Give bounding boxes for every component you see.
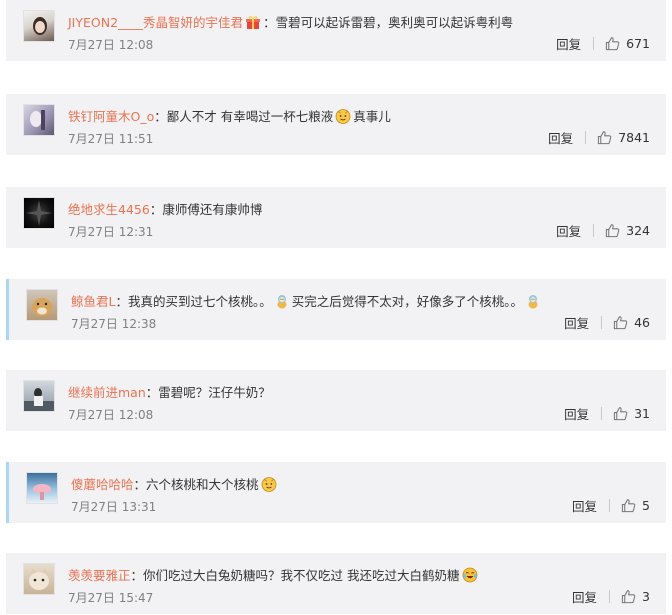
comment-text: 我真的买到过七个核桃。。 xyxy=(127,294,272,309)
comment-text-line: 铁钉阿童木O_o：鄙人不才 有幸喝过一杯七粮液 真事儿 xyxy=(68,108,391,124)
divider xyxy=(609,499,611,512)
comment-text-line: 羡羡要雅正：你们吃过大白兔奶糖吗？我不仅吃过 我还吃过大白鹤奶糖 xyxy=(68,565,480,584)
comment-actions: 回复 7841 xyxy=(548,128,650,147)
doll-emoji-icon xyxy=(274,293,290,309)
divider xyxy=(601,407,603,420)
comment-card: 羡羡要雅正：你们吃过大白兔奶糖吗？我不仅吃过 我还吃过大白鹤奶糖 7月27日 1… xyxy=(6,553,666,614)
comment-actions: 回复 31 xyxy=(564,404,650,423)
divider xyxy=(593,224,595,237)
comment-card: JIYEON2____秀晶智妍的宇佳君 ：雪碧可以起诉雷碧，奥利奥可以起诉粤利粤 … xyxy=(6,0,666,61)
avatar[interactable] xyxy=(23,197,55,229)
reply-button[interactable]: 回复 xyxy=(572,496,597,515)
username-link[interactable]: 傻蘑哈哈哈 xyxy=(71,477,134,492)
comment-actions: 回复 671 xyxy=(556,34,650,53)
divider xyxy=(609,590,611,603)
avatar[interactable] xyxy=(23,563,55,595)
doll-emoji-icon xyxy=(525,293,541,309)
comment-text: 你们吃过大白兔奶糖吗？我不仅吃过 我还吃过大白鹤奶糖 xyxy=(143,568,460,583)
thumbs-up-icon[interactable] xyxy=(613,315,628,330)
thumbs-up-icon[interactable] xyxy=(605,36,620,51)
laugh-cry-emoji-icon xyxy=(462,567,478,583)
reply-button[interactable]: 回复 xyxy=(564,313,589,332)
username-link[interactable]: JIYEON2____秀晶智妍的宇佳君 xyxy=(68,15,243,30)
comment-time: 7月27日 12:38 xyxy=(71,317,157,331)
comment-card: 傻蘑哈哈哈：六个核桃和大个核桃 7月27日 13:31 回复 5 xyxy=(6,462,666,523)
reply-button[interactable]: 回复 xyxy=(572,587,597,606)
like-count[interactable]: 46 xyxy=(634,315,650,330)
username-link[interactable]: 铁钉阿童木O_o xyxy=(68,109,154,124)
reply-button[interactable]: 回复 xyxy=(548,128,573,147)
comment-card: 铁钉阿童木O_o：鄙人不才 有幸喝过一杯七粮液 真事儿 7月27日 11:51 回… xyxy=(6,94,666,155)
comment-time: 7月27日 13:31 xyxy=(71,500,157,514)
avatar[interactable] xyxy=(26,472,58,504)
comment-time: 7月27日 12:31 xyxy=(68,225,154,239)
comment-time: 7月27日 15:47 xyxy=(68,591,154,605)
reply-button[interactable]: 回复 xyxy=(556,34,581,53)
divider xyxy=(585,131,587,144)
username-link[interactable]: 继续前进man xyxy=(68,385,146,400)
comment-time: 7月27日 12:08 xyxy=(68,408,154,422)
comment-text: 鄙人不才 有幸喝过一杯七粮液 xyxy=(166,109,334,124)
comment-text: 康师傅还有康帅博 xyxy=(162,202,263,217)
comment-time: 7月27日 11:51 xyxy=(68,132,154,146)
comment-text-line: 继续前进man：雷碧呢？汪仔牛奶？ xyxy=(68,385,271,400)
like-count[interactable]: 3 xyxy=(642,589,650,604)
gift-emoji-icon xyxy=(245,14,261,30)
comment-text-after: 真事儿 xyxy=(353,109,391,124)
comment-text: 雪碧可以起诉雷碧，奥利奥可以起诉粤利粤 xyxy=(275,15,514,30)
comment-text: 六个核桃和大个核桃 xyxy=(146,477,259,492)
smiley-emoji-icon xyxy=(261,476,277,492)
like-count[interactable]: 5 xyxy=(642,498,650,513)
divider xyxy=(601,316,603,329)
comment-text: 雷碧呢？汪仔牛奶？ xyxy=(158,385,271,400)
username-link[interactable]: 羡羡要雅正 xyxy=(68,568,131,583)
thumbs-up-icon[interactable] xyxy=(613,406,628,421)
avatar[interactable] xyxy=(23,380,55,412)
avatar[interactable] xyxy=(23,10,55,42)
comment-text-line: 傻蘑哈哈哈：六个核桃和大个核桃 xyxy=(71,474,279,493)
comment-actions: 回复 5 xyxy=(572,496,650,515)
like-count[interactable]: 31 xyxy=(634,406,650,421)
comment-text-line: 绝地求生4456：康师傅还有康帅博 xyxy=(68,202,263,217)
divider xyxy=(593,37,595,50)
smiley-emoji-icon xyxy=(335,108,351,124)
avatar[interactable] xyxy=(26,289,58,321)
comment-card: 鲸鱼君L：我真的买到过七个核桃。。 买完之后觉得不太对，好像多了个核桃。。 7月2… xyxy=(6,279,666,340)
comment-actions: 回复 46 xyxy=(564,313,650,332)
comment-time: 7月27日 12:08 xyxy=(68,38,154,52)
thumbs-up-icon[interactable] xyxy=(621,589,636,604)
comment-card: 继续前进man：雷碧呢？汪仔牛奶？ 7月27日 12:08 回复 31 xyxy=(6,370,666,431)
comment-text-after: 买完之后觉得不太对，好像多了个核桃。。 xyxy=(291,294,524,309)
like-count[interactable]: 7841 xyxy=(618,130,650,145)
username-link[interactable]: 绝地求生4456 xyxy=(68,202,150,217)
avatar[interactable] xyxy=(23,104,55,136)
comment-text-line: 鲸鱼君L：我真的买到过七个核桃。。 买完之后觉得不太对，好像多了个核桃。。 xyxy=(71,291,543,310)
comment-actions: 回复 324 xyxy=(556,221,650,240)
username-link[interactable]: 鲸鱼君L xyxy=(71,294,115,309)
comment-card: 绝地求生4456：康师傅还有康帅博 7月27日 12:31 回复 324 xyxy=(6,187,666,248)
thumbs-up-icon[interactable] xyxy=(621,498,636,513)
thumbs-up-icon[interactable] xyxy=(605,223,620,238)
comment-actions: 回复 3 xyxy=(572,587,650,606)
thumbs-up-icon[interactable] xyxy=(597,130,612,145)
reply-button[interactable]: 回复 xyxy=(564,404,589,423)
comment-text-line: JIYEON2____秀晶智妍的宇佳君 ：雪碧可以起诉雷碧，奥利奥可以起诉粤利粤 xyxy=(68,14,514,30)
like-count[interactable]: 671 xyxy=(626,36,650,51)
reply-button[interactable]: 回复 xyxy=(556,221,581,240)
like-count[interactable]: 324 xyxy=(626,223,650,238)
